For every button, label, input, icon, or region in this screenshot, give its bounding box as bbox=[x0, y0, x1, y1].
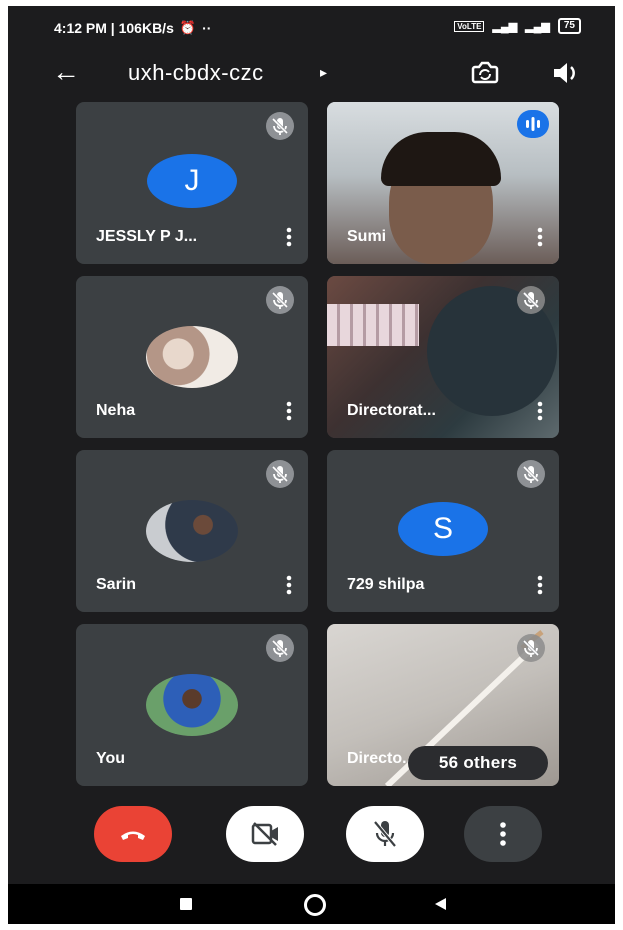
mic-off-icon bbox=[266, 460, 294, 488]
status-time: 4:12 PM | 106KB/s bbox=[54, 20, 174, 36]
home-icon[interactable] bbox=[304, 894, 326, 916]
switch-camera-icon[interactable] bbox=[468, 56, 502, 90]
mic-off-icon bbox=[517, 634, 545, 662]
others-count-pill[interactable]: 56 others bbox=[408, 746, 548, 780]
mic-off-icon bbox=[517, 460, 545, 488]
avatar: S bbox=[398, 502, 488, 556]
participant-tile-self[interactable]: You bbox=[76, 624, 308, 786]
signal-icon: ▂▄▆ bbox=[492, 20, 518, 33]
speaker-icon[interactable] bbox=[548, 58, 582, 88]
more-vert-icon[interactable] bbox=[533, 574, 547, 596]
volte-icon: VoLTE bbox=[454, 20, 485, 32]
meeting-toolbar: ← uxh-cbdx-czc ▸ bbox=[8, 48, 615, 100]
camera-toggle-button[interactable] bbox=[226, 806, 304, 862]
participant-tile[interactable]: Neha bbox=[76, 276, 308, 438]
participant-name: Directo... bbox=[347, 750, 416, 767]
more-options-button[interactable] bbox=[464, 806, 542, 862]
participant-tile[interactable]: Directorat... bbox=[327, 276, 559, 438]
mic-off-icon bbox=[517, 286, 545, 314]
more-vert-icon[interactable] bbox=[282, 400, 296, 422]
expand-caret-icon[interactable]: ▸ bbox=[320, 64, 327, 81]
more-vert-icon bbox=[500, 822, 506, 846]
mic-off-icon bbox=[266, 634, 294, 662]
status-left: 4:12 PM | 106KB/s ⏰ ·· bbox=[54, 20, 211, 36]
avatar bbox=[146, 500, 238, 562]
participant-tile[interactable]: Sarin bbox=[76, 450, 308, 612]
avatar: J bbox=[147, 154, 237, 208]
mic-off-icon bbox=[266, 286, 294, 314]
more-vert-icon[interactable] bbox=[533, 400, 547, 422]
mic-off-icon bbox=[266, 112, 294, 140]
end-call-icon bbox=[121, 831, 145, 840]
recents-icon[interactable] bbox=[180, 898, 192, 910]
mic-off-icon bbox=[373, 820, 397, 848]
more-vert-icon[interactable] bbox=[533, 226, 547, 248]
mic-toggle-button[interactable] bbox=[346, 806, 424, 862]
participant-tile[interactable]: J JESSLY P J... bbox=[76, 102, 308, 264]
android-nav-bar bbox=[8, 884, 615, 924]
avatar bbox=[146, 326, 238, 388]
participant-tile[interactable]: Sumi bbox=[327, 102, 559, 264]
participant-name: Sarin bbox=[96, 576, 137, 593]
status-dots: ·· bbox=[202, 20, 212, 36]
end-call-button[interactable] bbox=[94, 806, 172, 862]
participant-name: 729 shilpa bbox=[347, 576, 425, 593]
participant-tile[interactable]: S 729 shilpa bbox=[327, 450, 559, 612]
ceiling-light-shape bbox=[327, 304, 419, 346]
status-right: VoLTE ▂▄▆ ▂▄▆ 75 bbox=[454, 18, 581, 34]
alarm-icon: ⏰ bbox=[179, 20, 197, 35]
participant-name: Directorat... bbox=[347, 402, 436, 419]
participant-name: You bbox=[96, 750, 126, 767]
participant-name: JESSLY P J... bbox=[96, 228, 198, 245]
speaking-indicator-icon bbox=[517, 110, 549, 138]
more-vert-icon[interactable] bbox=[282, 226, 296, 248]
phone-screen: 4:12 PM | 106KB/s ⏰ ·· VoLTE ▂▄▆ ▂▄▆ 75 … bbox=[8, 6, 615, 924]
meeting-code[interactable]: uxh-cbdx-czc bbox=[128, 60, 264, 86]
call-controls bbox=[8, 806, 615, 876]
participant-name: Neha bbox=[96, 402, 136, 419]
back-icon[interactable] bbox=[432, 896, 448, 912]
avatar bbox=[146, 674, 238, 736]
more-vert-icon[interactable] bbox=[282, 574, 296, 596]
participant-name: Sumi bbox=[347, 228, 387, 245]
status-bar: 4:12 PM | 106KB/s ⏰ ·· VoLTE ▂▄▆ ▂▄▆ 75 bbox=[8, 6, 615, 48]
signal-icon-2: ▂▄▆ bbox=[525, 20, 550, 33]
video-off-icon bbox=[251, 822, 278, 846]
back-arrow-icon[interactable]: ← bbox=[52, 56, 80, 88]
battery-icon: 75 bbox=[557, 18, 581, 34]
